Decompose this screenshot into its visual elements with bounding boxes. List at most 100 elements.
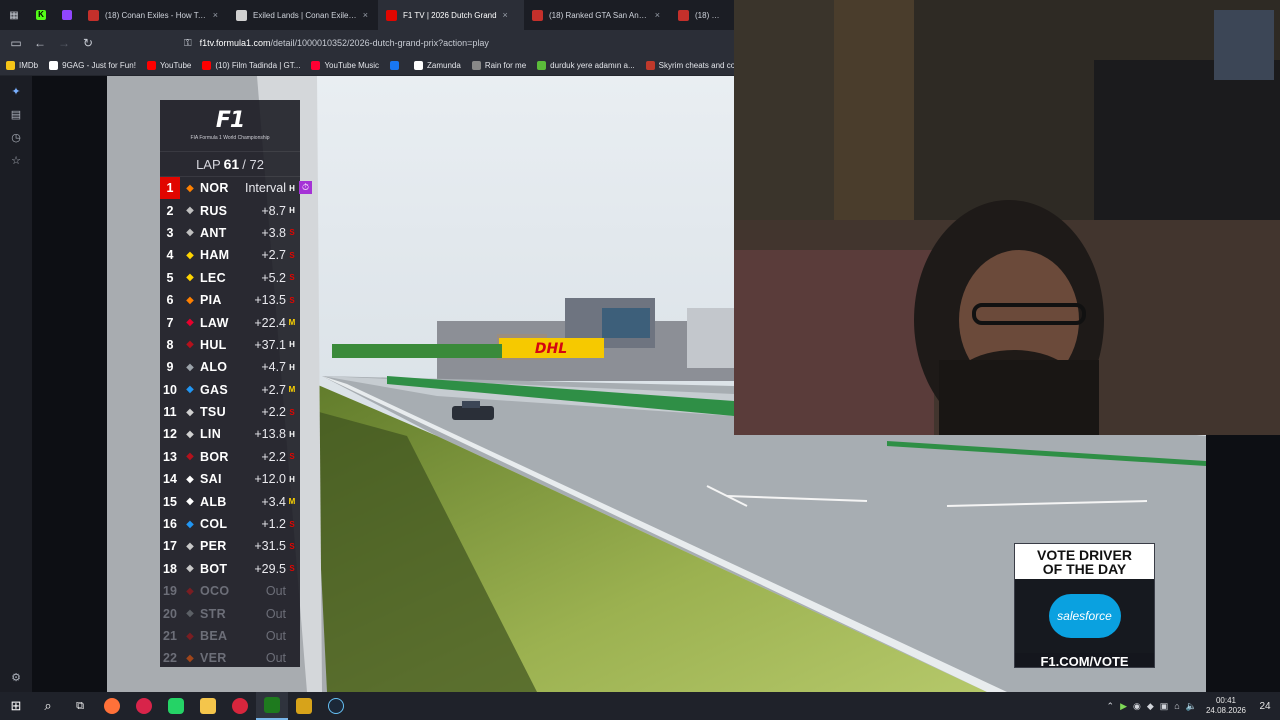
driver-gap: +5.2 <box>261 270 286 285</box>
bookmarks-star-icon[interactable]: ☆ <box>8 153 24 169</box>
bookmark-item[interactable]: 9GAG - Just for Fun! <box>49 61 136 70</box>
notification-count: 24 <box>1259 700 1271 712</box>
driver-of-the-day-panel[interactable]: VOTE DRIVER OF THE DAY salesforce F1.COM… <box>1014 543 1155 671</box>
layers-app-icon[interactable] <box>288 692 320 720</box>
f1-logo-subtitle: FIA Formula 1 World Championship <box>190 135 270 141</box>
tray-app-icon-3[interactable]: ◆ <box>1147 701 1154 712</box>
tab-panel-icon[interactable]: ▤ <box>8 107 24 123</box>
notification-center-icon[interactable]: 24 <box>1254 695 1276 717</box>
bookmark-label: (10) Film Tadinda | GT... <box>215 61 301 70</box>
twitch-tab-icon[interactable] <box>54 3 80 27</box>
driver-position: 7 <box>166 315 174 330</box>
driver-code: TSU <box>200 405 226 420</box>
tab-close-icon[interactable]: × <box>503 10 508 20</box>
bookmark-item[interactable]: Zamunda <box>414 61 461 70</box>
standings-row: 17 ◆ PER +31.5 S <box>160 535 300 557</box>
reload-button[interactable]: ↻ <box>76 31 100 55</box>
address-bar[interactable]: ⚿ f1tv.formula1.com/detail/1000010352/20… <box>178 33 734 53</box>
driver-code: VER <box>200 651 227 666</box>
team-logo-icon: ◆ <box>186 608 194 620</box>
driver-gap: +2.2 <box>261 449 286 464</box>
bookmark-item[interactable]: (10) Film Tadinda | GT... <box>202 61 300 70</box>
team-logo-icon: ◆ <box>186 518 194 530</box>
back-button[interactable]: ← <box>28 31 52 55</box>
media-app-icon[interactable] <box>256 692 288 720</box>
tab-close-icon[interactable]: × <box>655 10 660 20</box>
start-button[interactable]: ⊞ <box>0 692 32 720</box>
tab-close-icon[interactable]: × <box>363 10 368 20</box>
site-info-icon[interactable]: ⚿ <box>184 38 192 49</box>
bookmark-label: YouTube <box>159 61 192 70</box>
bookmark-item[interactable]: durduk yere adamın a... <box>537 61 635 70</box>
browser-tab[interactable]: (18) Film Tad <box>670 0 734 30</box>
driver-gap: +12.0 <box>254 472 286 487</box>
settings-gear-icon[interactable]: ⚙ <box>8 670 24 686</box>
team-logo-icon: ◆ <box>186 182 194 194</box>
browser-app-icon[interactable] <box>128 692 160 720</box>
bookmark-item[interactable]: IMDb <box>6 61 38 70</box>
sidebar-toggle-icon[interactable]: ▭ <box>4 31 28 55</box>
tab-list-icon[interactable]: ▦ <box>0 3 28 27</box>
tray-app-icon[interactable]: ▶ <box>1120 701 1127 712</box>
browser-tab[interactable]: (18) Conan Exiles - How To Ge × <box>80 0 228 30</box>
driver-gap: +2.7 <box>261 248 286 263</box>
browser-tab[interactable]: Exiled Lands | Conan Exiles Inte × <box>228 0 378 30</box>
firefox-icon[interactable] <box>96 692 128 720</box>
opera-icon[interactable] <box>224 692 256 720</box>
standings-row: 14 ◆ SAI +12.0 H <box>160 468 300 490</box>
bookmarks-bar: IMDb 9GAG - Just for Fun! YouTube (10) Film… <box>0 56 746 76</box>
forward-button[interactable]: → <box>52 31 76 55</box>
driver-position: 2 <box>166 203 174 218</box>
clock[interactable]: 00:41 24.08.2026 <box>1206 696 1246 716</box>
tab-title: (18) Film Tad <box>695 10 724 20</box>
driver-code: LIN <box>200 427 222 442</box>
bookmark-item[interactable]: YouTube <box>146 61 192 70</box>
clock-date: 24.08.2026 <box>1205 706 1246 715</box>
browser-tab[interactable]: F1 TV | 2026 Dutch Grand × <box>378 0 524 30</box>
leaderboard: F1 FIA Formula 1 World Championship LAP … <box>160 100 312 667</box>
tray-app-icon-4[interactable]: ▣ <box>1160 701 1169 712</box>
driver-position: 22 <box>163 651 177 666</box>
volume-icon[interactable]: 🔈 <box>1186 701 1197 712</box>
standings-row: 16 ◆ COL +1.2 S <box>160 513 300 535</box>
tray-chevron-icon[interactable]: ⌃ <box>1107 701 1115 712</box>
team-logo-icon: ◆ <box>186 272 194 284</box>
driver-position: 11 <box>163 405 177 420</box>
team-logo-icon: ◆ <box>186 317 194 329</box>
task-view-icon[interactable]: ⧉ <box>64 692 96 720</box>
bookmark-item[interactable] <box>390 61 403 70</box>
tray-app-icon-2[interactable]: ◉ <box>1133 701 1141 712</box>
driver-position: 21 <box>163 629 177 643</box>
tab-title: (18) Ranked GTA San Andreas <box>549 10 649 20</box>
driver-position: 17 <box>163 539 177 554</box>
steam-icon[interactable] <box>320 692 352 720</box>
tyre-compound: H <box>289 183 295 193</box>
history-icon[interactable]: ◷ <box>8 130 24 146</box>
bookmark-item[interactable]: YouTube Music <box>311 61 379 70</box>
ai-assistant-icon[interactable]: ✦ <box>8 84 24 100</box>
file-explorer-icon[interactable] <box>192 692 224 720</box>
standings-row: 7 ◆ LAW +22.4 M <box>160 311 300 333</box>
driver-gap: +3.8 <box>261 225 286 240</box>
search-icon[interactable]: ⌕ <box>32 692 64 720</box>
browser-tab[interactable]: (18) Ranked GTA San Andreas × <box>524 0 670 30</box>
kick-tab-icon[interactable]: K <box>28 3 54 27</box>
tab-close-icon[interactable]: × <box>213 10 218 20</box>
race-car <box>452 406 494 420</box>
team-logo-icon: ◆ <box>186 563 194 575</box>
bookmark-label: IMDb <box>19 61 39 70</box>
network-icon[interactable]: ⌂ <box>1174 701 1179 711</box>
vote-url[interactable]: F1.COM/VOTE <box>1015 653 1154 671</box>
bookmark-favicon-icon <box>471 61 481 70</box>
standings-row: 9 ◆ ALO +4.7 H <box>160 356 300 378</box>
team-logo-icon: ◆ <box>186 585 194 597</box>
whatsapp-icon[interactable] <box>160 692 192 720</box>
tab-title: (18) Conan Exiles - How To Ge <box>105 10 207 20</box>
standings-row: 18 ◆ BOT +29.5 S <box>160 558 300 580</box>
bookmark-label: 9GAG - Just for Fun! <box>62 61 136 70</box>
driver-position: 13 <box>163 449 177 464</box>
bookmark-item[interactable]: Skyrim cheats and con... <box>645 61 746 70</box>
driver-code: OCO <box>200 584 230 599</box>
tyre-compound: M <box>288 385 296 395</box>
bookmark-item[interactable]: Rain for me <box>471 61 526 70</box>
